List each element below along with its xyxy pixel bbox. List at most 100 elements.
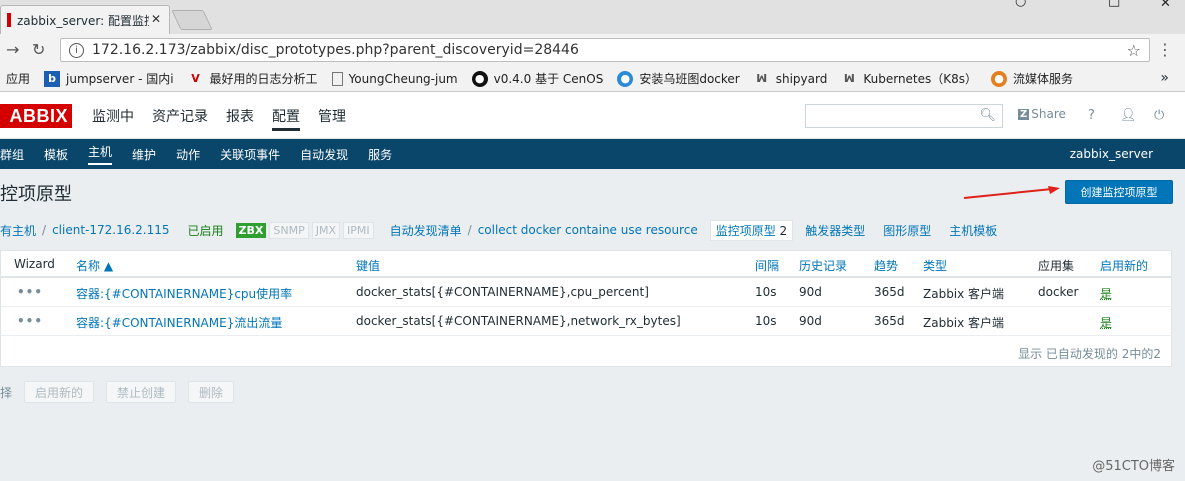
item-create-enabled-toggle[interactable]: 是 [1100, 285, 1112, 302]
close-window-icon[interactable]: ✕ [1160, 0, 1171, 11]
col-wizard: Wizard [14, 257, 55, 271]
table-row: ••• 容器:{#CONTAINERNAME}流出流量 docker_stats… [1, 307, 1171, 336]
profile-icon[interactable]: ○ [1015, 0, 1026, 9]
bookmark-label: v0.4.0 基于 CenOS [493, 72, 604, 86]
user-icon[interactable]: 👤︎ [1120, 108, 1137, 123]
new-tab-button[interactable] [171, 10, 213, 30]
col-create-enabled[interactable]: 启用新的 [1100, 257, 1148, 274]
table-row: ••• 容器:{#CONTAINERNAME}cpu使用率 docker_sta… [1, 278, 1171, 307]
col-trends[interactable]: 趋势 [874, 257, 898, 274]
zabbix-logo[interactable]: ABBIX [0, 104, 72, 128]
breadcrumb-separator: / [42, 223, 47, 237]
zabbix-favicon-icon [7, 13, 11, 27]
bookmarks-more-icon[interactable]: » [1160, 70, 1169, 86]
nav-monitoring[interactable]: 监测中 [92, 106, 134, 131]
bookmark-star-icon[interactable]: ☆ [1127, 41, 1141, 60]
reload-icon[interactable]: ↻ [32, 40, 45, 59]
bookmark-label: shipyard [775, 71, 828, 86]
col-name[interactable]: 名称 ▲ [76, 257, 113, 274]
item-type: Zabbix 客户端 [923, 316, 1005, 330]
table-footer: 显示 已自动发现的 2中的2 [1, 336, 1171, 366]
blue-circle-icon: ● [617, 70, 634, 87]
search-input[interactable]: 🔍︎ [805, 104, 1003, 128]
item-key: docker_stats[{#CONTAINERNAME},cpu_percen… [356, 285, 649, 299]
col-type[interactable]: 类型 [923, 257, 947, 274]
bookmark-apps[interactable]: 应用 [6, 70, 30, 87]
forward-icon[interactable]: → [6, 40, 19, 59]
orange-icon: ● [991, 70, 1008, 87]
col-key[interactable]: 键值 [356, 257, 380, 274]
tab-title: zabbix_server: 配置监控 [17, 13, 149, 28]
item-interval: 10s [755, 285, 777, 299]
bookmark-kubernetes[interactable]: ꟽ Kubernetes（K8s） [841, 70, 977, 87]
jmx-badge: JMX [311, 221, 340, 239]
bookmark-ubuntu-docker[interactable]: ● 安装乌班图docker [617, 70, 740, 87]
bookmark-shipyard[interactable]: ꟽ shipyard [754, 71, 828, 87]
bookmark-jumpserver[interactable]: b jumpserver - 国内i [44, 70, 174, 87]
breadcrumb-discovery-rule[interactable]: collect docker containe use resource [478, 223, 698, 237]
bookmark-streaming[interactable]: ● 流媒体服务 [991, 70, 1073, 87]
item-prototypes-count: 2 [779, 223, 788, 238]
subnav-host-groups[interactable]: 群组 [0, 146, 24, 163]
create-item-prototype-button[interactable]: 创建监控项原型 [1065, 180, 1173, 204]
url-text: 172.16.2.173/zabbix/disc_prototypes.php?… [92, 42, 579, 58]
col-interval[interactable]: 间隔 [755, 257, 779, 274]
disable-create-button[interactable]: 禁止创建 [106, 381, 177, 403]
item-interval: 10s [755, 314, 777, 328]
breadcrumb-all-hosts[interactable]: 有主机 [0, 222, 36, 239]
item-name-link[interactable]: 容器:{#CONTAINERNAME}流出流量 [76, 314, 282, 331]
bookmark-youngcheung[interactable]: YoungCheung-jum [331, 71, 458, 86]
info-icon[interactable]: i [69, 42, 84, 58]
tab-graph-prototypes[interactable]: 图形原型 [883, 222, 931, 239]
item-trends: 365d [874, 285, 905, 299]
item-key: docker_stats[{#CONTAINERNAME},network_rx… [356, 314, 681, 328]
subnav-hosts[interactable]: 主机 [88, 143, 113, 165]
breadcrumb-discovery-list[interactable]: 自动发现清单 [390, 222, 462, 239]
subnav-correlation[interactable]: 关联项事件 [220, 146, 280, 163]
subnav-actions[interactable]: 动作 [176, 146, 200, 163]
bookmark-label: 最好用的日志分析工 [209, 72, 318, 86]
tab-item-prototypes[interactable]: 监控项原型 2 [709, 219, 794, 241]
enable-create-button[interactable]: 启用新的 [24, 381, 95, 403]
nav-reports[interactable]: 报表 [226, 106, 254, 131]
item-name-link[interactable]: 容器:{#CONTAINERNAME}cpu使用率 [76, 285, 292, 302]
subnav-services[interactable]: 服务 [368, 146, 392, 163]
mass-actions: 择 启用新的 禁止创建 删除 [0, 381, 246, 403]
share-label: Share [1031, 107, 1066, 121]
help-icon[interactable]: ? [1088, 108, 1095, 123]
subnav-discovery[interactable]: 自动发现 [300, 146, 348, 163]
search-icon[interactable]: 🔍︎ [979, 108, 996, 123]
col-history[interactable]: 历史记录 [799, 257, 847, 274]
nav-configuration[interactable]: 配置 [272, 106, 300, 131]
maximize-icon[interactable]: □ [1108, 0, 1120, 9]
item-create-enabled-toggle[interactable]: 是 [1100, 314, 1112, 331]
col-applications: 应用集 [1038, 259, 1075, 273]
bookmark-label: 流媒体服务 [1013, 72, 1074, 86]
subnav-templates[interactable]: 模板 [44, 146, 68, 163]
v-icon: V [191, 72, 200, 85]
wizard-menu-icon[interactable]: ••• [17, 285, 43, 299]
nav-administration[interactable]: 管理 [318, 106, 346, 131]
browser-tab[interactable]: zabbix_server: 配置监控 ✕ [0, 5, 170, 34]
w-icon: ꟽ [756, 72, 768, 85]
tab-trigger-prototypes[interactable]: 触发器类型 [805, 222, 865, 239]
url-input[interactable]: i 172.16.2.173/zabbix/disc_prototypes.ph… [60, 38, 1150, 62]
breadcrumb-host[interactable]: client-172.16.2.115 [52, 223, 169, 237]
tab-host-prototypes[interactable]: 主机模板 [949, 222, 997, 239]
b-icon: b [44, 70, 61, 87]
bookmark-github[interactable]: ● v0.4.0 基于 CenOS [471, 70, 604, 87]
bookmark-label: jumpserver - 国内i [66, 72, 174, 86]
item-application: docker [1038, 285, 1079, 299]
bookmark-label: Kubernetes（K8s） [863, 72, 978, 86]
tab-close-icon[interactable]: ✕ [151, 12, 161, 26]
share-link[interactable]: Z Share [1018, 107, 1066, 121]
wizard-menu-icon[interactable]: ••• [17, 314, 43, 328]
nav-inventory[interactable]: 资产记录 [152, 106, 208, 131]
bookmark-log-tool[interactable]: V 最好用的日志分析工 [188, 70, 318, 87]
delete-button[interactable]: 删除 [188, 381, 235, 403]
logout-icon[interactable]: ⏻ [1154, 108, 1164, 123]
browser-menu-icon[interactable]: ⋮ [1157, 40, 1173, 59]
host-status[interactable]: 已启用 [188, 222, 224, 239]
bookmark-label: 应用 [6, 72, 31, 86]
subnav-maintenance[interactable]: 维护 [132, 146, 156, 163]
